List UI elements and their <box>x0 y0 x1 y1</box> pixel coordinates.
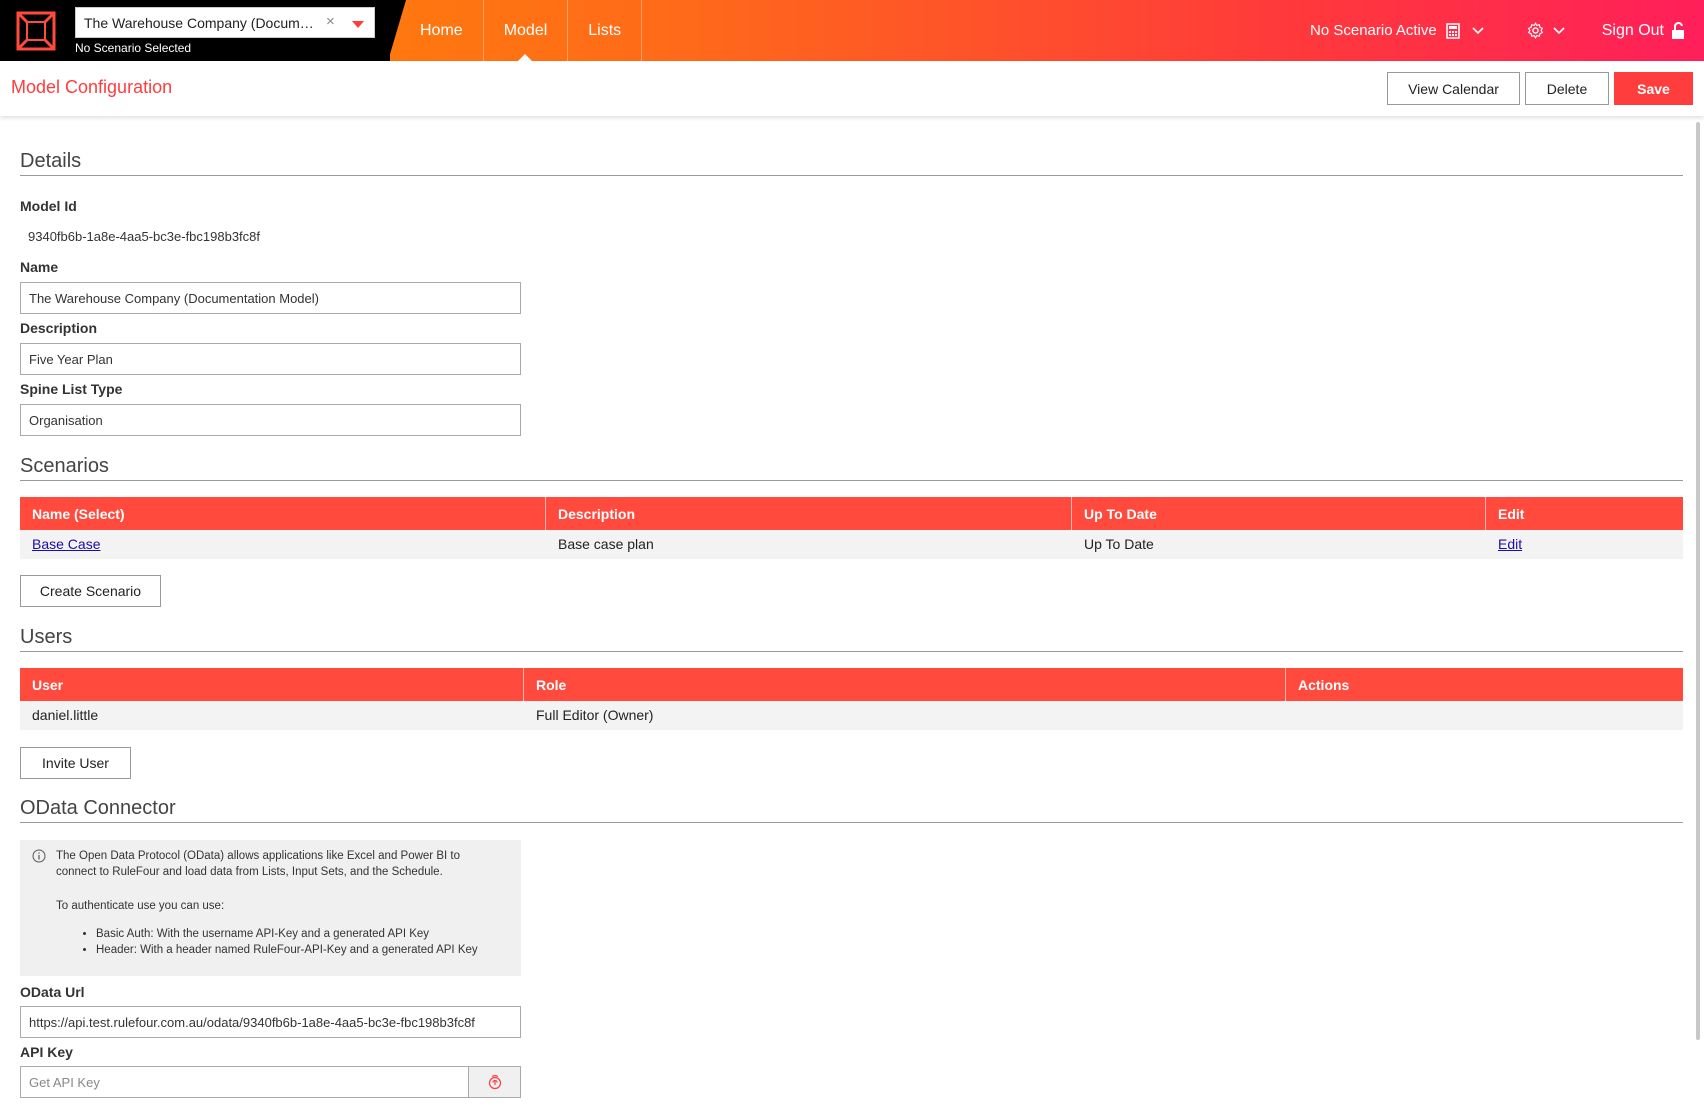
chevron-down-icon <box>1472 26 1484 34</box>
scenario-edit-link[interactable]: Edit <box>1498 536 1522 552</box>
tab-lists[interactable]: Lists <box>568 0 643 61</box>
nav-right-controls: No Scenario Active Sign Out <box>1286 0 1686 61</box>
details-heading: Details <box>20 150 82 172</box>
scenario-up-to-date: Up To Date <box>1084 536 1154 552</box>
gear-icon <box>1527 22 1543 39</box>
name-field[interactable]: The Warehouse Company (Documentation Mod… <box>20 282 521 314</box>
info-icon <box>32 849 46 863</box>
page-title: Model Configuration <box>11 77 173 97</box>
spine-list-type-field[interactable]: Organisation <box>20 404 521 436</box>
top-navigation-bar: The Warehouse Company (Documentation Mod… <box>0 0 1704 61</box>
chevron-down-icon <box>1553 26 1565 34</box>
model-selector[interactable]: The Warehouse Company (Documentation Mod… <box>75 7 375 38</box>
sign-out-button[interactable]: Sign Out <box>1602 22 1686 40</box>
scenario-subtitle: No Scenario Selected <box>75 41 192 55</box>
users-divider <box>20 651 1683 652</box>
scenario-menu[interactable]: No Scenario Active <box>1310 22 1485 39</box>
invite-user-button[interactable]: Invite User <box>20 747 131 779</box>
user-name: daniel.little <box>32 707 99 723</box>
column-header[interactable]: Name (Select) <box>20 497 546 530</box>
user-role: Full Editor (Owner) <box>536 707 654 723</box>
scenarios-divider <box>20 480 1683 481</box>
scenarios-table: Name (Select) Description Up To Date Edi… <box>20 497 1683 559</box>
description-label: Description <box>20 320 98 336</box>
user-actions <box>1286 701 1683 730</box>
spine-list-type-label: Spine List Type <box>20 381 123 397</box>
calculator-icon <box>1445 22 1460 39</box>
sign-out-label: Sign Out <box>1601 21 1664 39</box>
list-item: Basic Auth: With the username API-Key an… <box>96 926 478 942</box>
api-key-placeholder: Get API Key <box>29 1075 100 1090</box>
table-header-row: User Role Actions <box>20 668 1683 701</box>
details-divider <box>20 175 1683 176</box>
odata-info-text: The Open Data Protocol (OData) allows ap… <box>56 850 460 878</box>
odata-auth-list: Basic Auth: With the username API-Key an… <box>96 926 478 958</box>
view-calendar-button[interactable]: View Calendar <box>1387 72 1520 105</box>
model-id-label: Model Id <box>20 198 77 214</box>
table-header-row: Name (Select) Description Up To Date Edi… <box>20 497 1683 530</box>
odata-url-label: OData Url <box>20 984 85 1000</box>
scenario-status: No Scenario Active <box>1310 22 1437 39</box>
fingerprint-icon <box>488 1075 501 1090</box>
column-header: Actions <box>1298 677 1350 693</box>
column-header[interactable]: Up To Date <box>1072 497 1486 530</box>
column-header[interactable]: User <box>20 668 524 701</box>
caret-down-icon[interactable] <box>352 21 364 28</box>
users-heading: Users <box>20 626 73 648</box>
description-field[interactable]: Five Year Plan <box>20 343 521 375</box>
table-row: Base Case Base case plan Up To Date Edit <box>20 530 1683 559</box>
tab-model[interactable]: Model <box>484 0 569 61</box>
scenario-select-link[interactable]: Base Case <box>32 536 100 552</box>
clear-icon[interactable]: × <box>326 13 335 30</box>
column-header[interactable]: Role <box>524 668 1286 701</box>
app-logo-icon[interactable] <box>14 9 58 53</box>
save-button[interactable]: Save <box>1614 72 1693 105</box>
odata-info-box: The Open Data Protocol (OData) allows ap… <box>20 840 521 976</box>
delete-button[interactable]: Delete <box>1525 72 1609 105</box>
table-row: daniel.little Full Editor (Owner) <box>20 701 1683 730</box>
column-header[interactable]: Description <box>546 497 1072 530</box>
create-scenario-button[interactable]: Create Scenario <box>20 575 161 607</box>
main-nav-tabs: Home Model Lists <box>400 0 643 61</box>
list-item: Header: With a header named RuleFour-API… <box>96 942 478 958</box>
model-id-value: 9340fb6b-1a8e-4aa5-bc3e-fbc198b3fc8f <box>28 229 261 244</box>
name-label: Name <box>20 259 59 275</box>
api-key-field[interactable]: Get API Key <box>20 1066 521 1098</box>
settings-menu[interactable] <box>1521 22 1566 39</box>
odata-auth-intro: To authenticate use you can use: <box>56 900 225 912</box>
column-header: Edit <box>1498 506 1525 522</box>
scenario-description: Base case plan <box>558 536 654 552</box>
api-key-label: API Key <box>20 1044 73 1060</box>
unlock-icon <box>1672 22 1684 39</box>
tab-home[interactable]: Home <box>400 0 484 61</box>
odata-divider <box>20 822 1683 823</box>
users-table: User Role Actions daniel.little Full Edi… <box>20 668 1683 730</box>
scenarios-heading: Scenarios <box>20 455 109 477</box>
odata-url-field[interactable]: https://api.test.rulefour.com.au/odata/9… <box>20 1006 521 1038</box>
generate-key-button[interactable] <box>468 1067 520 1097</box>
model-selector-value: The Warehouse Company (Documentation Mod… <box>84 15 319 31</box>
odata-heading: OData Connector <box>20 797 176 819</box>
page-header: Model Configuration View Calendar Delete… <box>0 61 1704 116</box>
page-scrollbar[interactable] <box>1696 122 1700 1040</box>
